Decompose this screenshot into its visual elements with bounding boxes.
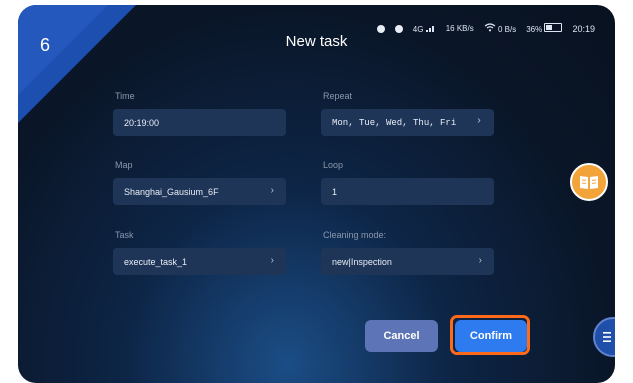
map-value: Shanghai_Gausium_6F xyxy=(124,186,219,197)
battery-icon xyxy=(544,23,563,32)
status-bar: 4G 16 KB/s 0 B/s 36% 20:19 xyxy=(376,23,595,34)
confirm-button[interactable]: Confirm xyxy=(455,320,527,352)
task-label: Task xyxy=(115,230,134,240)
repeat-value: Mon, Tue, Wed, Thu, Fri xyxy=(332,117,457,128)
repeat-select[interactable]: Mon, Tue, Wed, Thu, Fri › xyxy=(321,109,494,136)
notification-icon xyxy=(376,24,385,33)
page-title: New task xyxy=(285,33,348,50)
battery-indicator: 36% xyxy=(526,23,563,34)
clock: 20:19 xyxy=(572,23,595,34)
cleaning-mode-label: Cleaning mode: xyxy=(323,230,387,240)
time-label: Time xyxy=(115,91,135,101)
cancel-button[interactable]: Cancel xyxy=(365,320,438,352)
chevron-right-icon: › xyxy=(475,116,482,127)
map-select[interactable]: Shanghai_Gausium_6F › xyxy=(113,178,286,205)
app-screen: 6 New task 4G 16 KB/s 0 B/s 36% 20:19 Ti… xyxy=(18,5,615,383)
chevron-right-icon: › xyxy=(478,255,482,266)
time-value: 20:19:00 xyxy=(124,117,160,128)
cleaning-mode-select[interactable]: new|Inspection › xyxy=(321,248,494,275)
map-label: Map xyxy=(115,160,133,170)
manual-button[interactable] xyxy=(570,163,608,201)
time-field[interactable]: 20:19:00 xyxy=(113,109,286,136)
chevron-right-icon: › xyxy=(270,255,274,266)
book-icon xyxy=(580,176,598,189)
step-corner-shade xyxy=(18,5,108,95)
loop-input[interactable]: 1 xyxy=(321,178,494,205)
notification-icon-2 xyxy=(394,24,403,33)
cleaning-mode-value: new|Inspection xyxy=(332,256,392,267)
menu-icon xyxy=(603,332,611,342)
signal-icon: 4G xyxy=(413,24,436,34)
loop-value: 1 xyxy=(332,186,338,197)
wifi-icon: 0 B/s xyxy=(484,23,516,34)
chevron-right-icon: › xyxy=(270,185,274,196)
task-select[interactable]: execute_task_1 › xyxy=(113,248,286,275)
network-type: 4G xyxy=(412,24,424,34)
loop-label: Loop xyxy=(323,160,344,170)
network-speed-1: 16 KB/s xyxy=(445,24,474,33)
repeat-label: Repeat xyxy=(323,91,353,101)
menu-button[interactable] xyxy=(593,317,615,357)
task-value: execute_task_1 xyxy=(124,256,188,267)
